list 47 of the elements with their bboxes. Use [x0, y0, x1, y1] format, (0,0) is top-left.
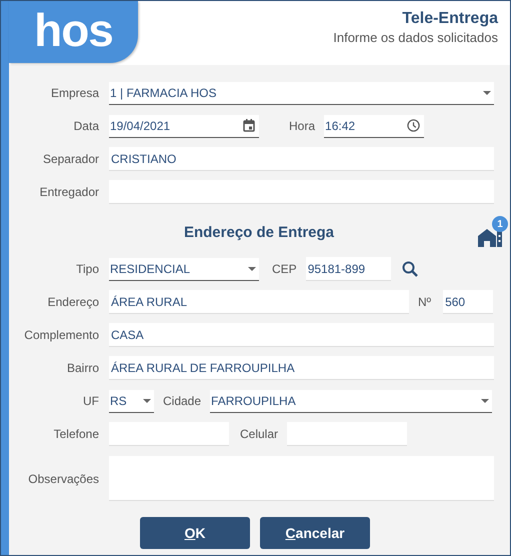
house-icon[interactable]: [478, 227, 502, 247]
dropdown[interactable]: RESIDENCIAL: [109, 258, 259, 280]
text-area[interactable]: [109, 456, 494, 501]
section-title: Endereço de Entrega: [182, 224, 336, 240]
field-label: Endereço: [46, 295, 99, 309]
field-label: Bairro: [66, 361, 99, 375]
count-badge: 1: [492, 216, 508, 232]
field-label: Hora: [289, 119, 316, 133]
field-label: Celular: [240, 427, 278, 441]
search-icon[interactable]: [402, 261, 418, 277]
text-field[interactable]: CASA: [109, 323, 494, 347]
time-field[interactable]: 16:42: [324, 114, 424, 138]
window-title: Tele-Entrega: [402, 10, 498, 28]
dropdown[interactable]: RS: [109, 390, 154, 412]
text-field[interactable]: [109, 422, 229, 446]
caret-icon: [143, 398, 151, 402]
window-subtitle: Informe os dados solicitados: [333, 30, 498, 45]
text-field[interactable]: ÁREA RURAL DE FARROUPILHA: [109, 356, 494, 380]
field-label: Observações: [27, 472, 99, 486]
cancel-button[interactable]: Cancelar: [260, 517, 370, 549]
field-label: Entregador: [38, 185, 99, 199]
field-label: Nº: [418, 295, 432, 309]
caret-icon: [248, 266, 256, 270]
caret-icon: [481, 398, 490, 402]
calendar-icon: [243, 119, 255, 132]
field-label: Cidade: [163, 394, 202, 408]
logo: hos: [9, 1, 138, 63]
text-field[interactable]: [109, 180, 494, 204]
ok-button[interactable]: OK: [140, 517, 250, 549]
text-field[interactable]: CRISTIANO: [109, 147, 494, 171]
dropdown[interactable]: FARROUPILHA: [210, 390, 492, 412]
field-label: Tipo: [75, 262, 99, 276]
clock-icon: [407, 119, 420, 132]
caret-icon: [483, 90, 491, 94]
field-label: Complemento: [23, 328, 99, 342]
field-label: Empresa: [50, 86, 99, 100]
date-field[interactable]: 19/04/2021: [109, 114, 259, 138]
field-label: UF: [82, 394, 99, 408]
text-field[interactable]: [287, 422, 408, 446]
field-label: Data: [72, 119, 99, 133]
field-label: Separador: [42, 152, 99, 166]
text-field[interactable]: 560: [443, 290, 494, 314]
text-field[interactable]: 95181-899: [306, 257, 391, 281]
text-field[interactable]: ÁREA RURAL: [109, 290, 409, 314]
dropdown[interactable]: 1 | FARMACIA HOS: [109, 82, 494, 104]
field-label: Telefone: [52, 427, 99, 441]
field-label: CEP: [272, 262, 297, 276]
